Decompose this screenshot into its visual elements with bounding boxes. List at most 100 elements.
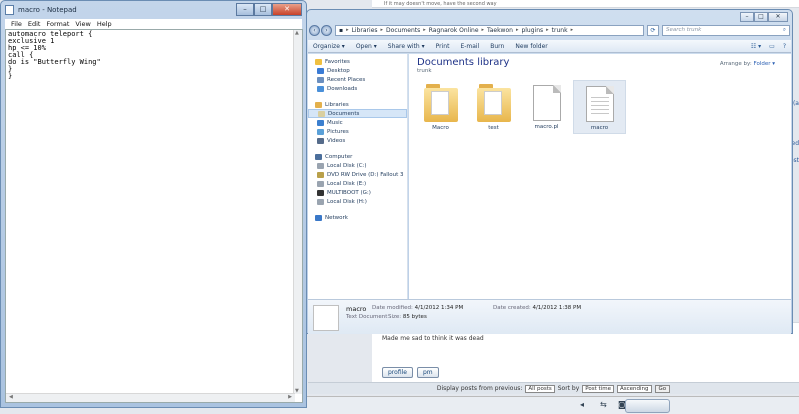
detail-created: Date created: 4/1/2012 1:38 PM (493, 305, 582, 311)
search-placeholder: Search trunk (666, 27, 702, 33)
maximize-button[interactable]: □ (754, 12, 768, 22)
menu-bar: File Edit Format View Help (5, 19, 302, 29)
burn-button[interactable]: Burn (490, 43, 504, 50)
nav-music[interactable]: Music (308, 118, 407, 127)
display-posts-label: Display posts from previous: (436, 385, 523, 392)
nav-desktop[interactable]: Desktop (308, 66, 407, 75)
taskbar-icon-1[interactable]: ◂ (580, 400, 584, 409)
sort-label: Sort by (557, 385, 580, 392)
breadcrumb-item[interactable]: Documents (386, 27, 420, 34)
drive-icon (317, 198, 324, 205)
scroll-left-icon[interactable]: ◀ (9, 394, 13, 400)
minimize-button[interactable]: – (236, 3, 254, 16)
editor-content[interactable]: automacro teleport { exclusive 1 hp <= 1… (6, 30, 302, 81)
menu-format[interactable]: Format (46, 19, 69, 29)
library-icon: ▪ (339, 26, 344, 34)
nav-videos[interactable]: Videos (308, 136, 407, 145)
nav-drive-h[interactable]: Local Disk (H:) (308, 197, 407, 206)
nav-drive-c[interactable]: Local Disk (C:) (308, 161, 407, 170)
network-icon (315, 214, 322, 221)
music-icon (317, 119, 324, 126)
share-with-menu[interactable]: Share with ▾ (388, 43, 425, 50)
notepad-window: macro - Notepad – □ ✕ File Edit Format V… (0, 0, 307, 408)
forward-arrow-icon[interactable]: › (321, 24, 332, 36)
folder-icon (423, 84, 458, 122)
breadcrumb-item[interactable]: trunk (552, 27, 568, 34)
content-pane: Documents library trunk Arrange by: Fold… (409, 54, 791, 299)
nav-downloads[interactable]: Downloads (308, 84, 407, 93)
nav-pictures[interactable]: Pictures (308, 127, 407, 136)
detail-type: Text Document (346, 314, 388, 320)
nav-computer[interactable]: Computer (308, 152, 407, 161)
explorer-window: – □ ✕ ‹ › ▪ ▸ Libraries ▸ Documents ▸ Ra… (306, 9, 793, 334)
detail-modified: Date modified: 4/1/2012 1:34 PM (372, 305, 464, 311)
recent-places-icon (317, 76, 324, 83)
library-subtitle: trunk (417, 68, 432, 74)
file-item-test-folder[interactable]: test (467, 80, 520, 134)
maximize-button[interactable]: □ (254, 3, 272, 16)
arrange-by[interactable]: Arrange by: Folder ▾ (720, 61, 775, 67)
forum-top-text: If it may doesn't move, have the second … (372, 0, 799, 8)
breadcrumb-item[interactable]: plugins (521, 27, 543, 34)
nav-documents[interactable]: Documents (308, 109, 407, 118)
print-button[interactable]: Print (436, 43, 450, 50)
profile-button[interactable]: profile (382, 367, 413, 378)
close-button[interactable]: ✕ (768, 12, 788, 22)
menu-file[interactable]: File (11, 19, 22, 29)
views-icon[interactable]: ☷ ▾ (751, 43, 761, 50)
new-folder-button[interactable]: New folder (515, 43, 547, 50)
nav-network[interactable]: Network (308, 213, 407, 222)
file-item-macro-pl[interactable]: macro.pl (520, 80, 573, 134)
scroll-up-icon[interactable]: ▲ (295, 30, 299, 36)
library-icon (315, 101, 322, 108)
text-editor[interactable]: automacro teleport { exclusive 1 hp <= 1… (5, 29, 303, 403)
sort-key-select[interactable]: Post time (582, 384, 614, 393)
taskbar-icon-2[interactable]: ⇆ (600, 400, 607, 409)
file-item-macro-txt[interactable]: macro (573, 80, 626, 134)
detail-size: Size: 85 bytes (388, 314, 427, 320)
nav-drive-d[interactable]: DVD RW Drive (D:) Fallout 3 (308, 170, 407, 179)
folder-icon (476, 84, 511, 122)
close-button[interactable]: ✕ (272, 3, 302, 16)
open-menu[interactable]: Open ▾ (356, 43, 377, 50)
nav-recent-places[interactable]: Recent Places (308, 75, 407, 84)
scroll-right-icon[interactable]: ▶ (288, 394, 292, 400)
file-item-macro-folder[interactable]: Macro (414, 80, 467, 134)
desktop-icon (317, 67, 324, 74)
menu-help[interactable]: Help (97, 19, 112, 29)
nav-drive-g[interactable]: MULTIBOOT (G:) (308, 188, 407, 197)
nav-libraries[interactable]: Libraries (308, 100, 407, 109)
menu-edit[interactable]: Edit (28, 19, 41, 29)
minimize-button[interactable]: – (740, 12, 754, 22)
nav-drive-e[interactable]: Local Disk (E:) (308, 179, 407, 188)
search-input[interactable]: Search trunk ⌕ (662, 24, 790, 36)
breadcrumb-item[interactable]: Taekwon (487, 27, 513, 34)
downloads-icon (317, 85, 324, 92)
back-arrow-icon[interactable]: ‹ (309, 24, 320, 36)
pm-button[interactable]: pm (416, 367, 439, 378)
posts-range-select[interactable]: All posts (525, 384, 555, 393)
help-icon[interactable]: ? (783, 43, 786, 50)
scroll-down-icon[interactable]: ▼ (295, 388, 299, 394)
dvd-drive-icon (317, 171, 324, 178)
refresh-icon[interactable]: ⟳ (647, 24, 659, 36)
preview-pane-icon[interactable]: ▭ (769, 43, 775, 50)
arrange-value[interactable]: Folder ▾ (753, 61, 775, 67)
post-text: Made me sad to think it was dead (382, 335, 484, 342)
organize-menu[interactable]: Organize ▾ (313, 43, 345, 50)
blank-file-icon (532, 85, 561, 121)
search-icon[interactable]: ⌕ (783, 27, 786, 34)
text-file-icon (585, 86, 614, 122)
breadcrumb-item[interactable]: Libraries (352, 27, 378, 34)
usb-drive-icon (317, 189, 324, 196)
horizontal-scrollbar[interactable]: ◀ ▶ (6, 393, 295, 402)
sort-order-select[interactable]: Ascending (616, 384, 652, 393)
breadcrumb-item[interactable]: Ragnarok Online (429, 27, 479, 34)
email-button[interactable]: E-mail (460, 43, 479, 50)
menu-view[interactable]: View (75, 19, 90, 29)
taskbar-button[interactable] (625, 399, 670, 413)
go-button[interactable]: Go (654, 384, 671, 393)
vertical-scrollbar[interactable]: ▲ ▼ (293, 30, 302, 394)
nav-favorites[interactable]: Favorites (308, 57, 407, 66)
breadcrumb[interactable]: ▪ ▸ Libraries ▸ Documents ▸ Ragnarok Onl… (335, 24, 644, 36)
